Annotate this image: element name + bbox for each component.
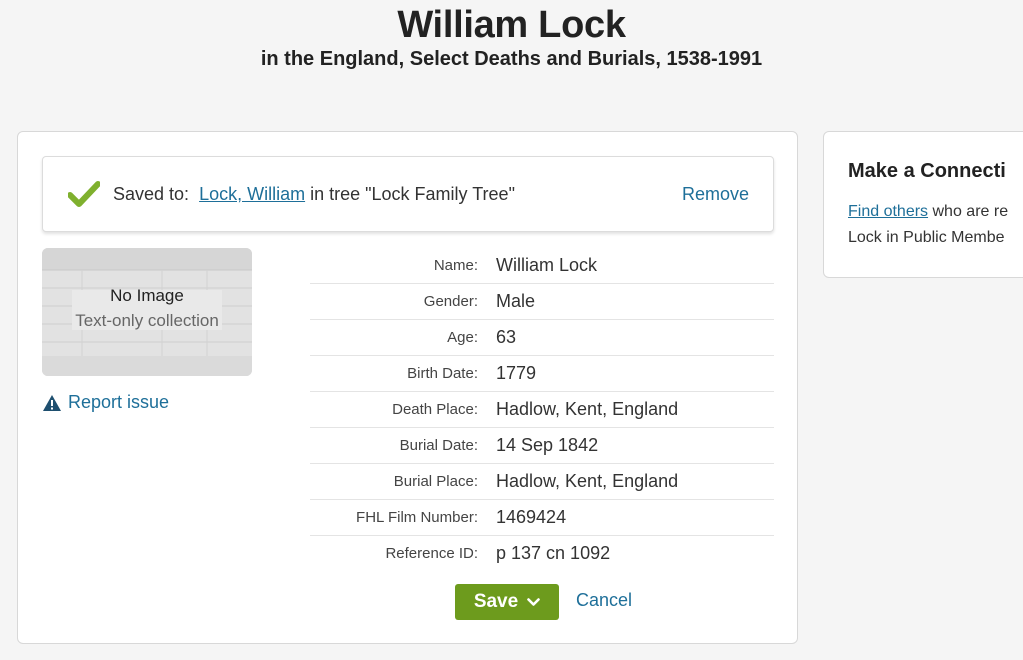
detail-row-birth-date: Birth Date: 1779	[310, 356, 774, 392]
detail-value: 63	[496, 327, 517, 347]
record-image-placeholder: No Image Text-only collection	[42, 248, 252, 376]
cancel-button[interactable]: Cancel	[576, 590, 632, 611]
chevron-down-icon	[527, 597, 540, 606]
detail-label: Birth Date:	[407, 365, 478, 382]
warning-icon	[43, 394, 61, 411]
detail-label: Gender:	[423, 293, 478, 310]
no-image-label: No Image	[110, 286, 184, 305]
report-issue-link[interactable]: Report issue	[42, 392, 169, 413]
detail-value: Hadlow, Kent, England	[496, 399, 679, 419]
make-connection-text-line1: Find others who are re	[848, 203, 1008, 221]
detail-row-gender: Gender: Male	[310, 284, 774, 320]
report-issue-label: Report issue	[68, 392, 170, 412]
detail-value: 1469424	[496, 507, 567, 527]
record-card: Saved to: Lock, William in tree "Lock Fa…	[17, 131, 798, 644]
detail-label: Age:	[447, 329, 478, 346]
page-title: William Lock	[397, 4, 626, 46]
detail-value: 1779	[496, 363, 537, 383]
detail-label: Burial Place:	[393, 473, 478, 490]
page: William Lock in the England, Select Deat…	[0, 0, 1023, 660]
detail-row-age: Age: 63	[310, 320, 774, 356]
detail-row-fhl-film-number: FHL Film Number: 1469424	[310, 500, 774, 536]
detail-value: Hadlow, Kent, England	[496, 471, 679, 491]
saved-banner: Saved to: Lock, William in tree "Lock Fa…	[42, 156, 774, 232]
detail-value: 14 Sep 1842	[496, 435, 599, 455]
detail-value: William Lock	[496, 255, 598, 275]
detail-row-death-place: Death Place: Hadlow, Kent, England	[310, 392, 774, 428]
make-connection-text-line2: Lock in Public Membe	[848, 229, 1005, 246]
saved-person-link[interactable]: Lock, William	[199, 184, 305, 204]
record-details-table: Name: William Lock Gender: Male Age: 63 …	[310, 248, 774, 572]
remove-link[interactable]: Remove	[682, 184, 749, 205]
detail-value: Male	[496, 291, 536, 311]
detail-value: p 137 cn 1092	[496, 543, 611, 563]
detail-row-burial-place: Burial Place: Hadlow, Kent, England	[310, 464, 774, 500]
detail-row-reference-id: Reference ID: p 137 cn 1092	[310, 536, 774, 572]
detail-label: Reference ID:	[385, 545, 478, 562]
make-connection-title: Make a Connecti	[848, 160, 1006, 182]
saved-tree-text: in tree "Lock Family Tree"	[310, 184, 515, 204]
detail-label: FHL Film Number:	[356, 509, 478, 526]
save-button[interactable]: Save	[455, 584, 559, 620]
detail-row-name: Name: William Lock	[310, 248, 774, 284]
saved-text: Saved to: Lock, William in tree "Lock Fa…	[113, 184, 515, 205]
save-button-label: Save	[473, 591, 519, 612]
find-others-link[interactable]: Find others	[848, 203, 928, 220]
make-connection-card: Make a Connecti Find others who are re L…	[823, 131, 1023, 278]
record-header: William Lock in the England, Select Deat…	[0, 2, 1023, 72]
detail-label: Death Place:	[392, 401, 478, 418]
detail-label: Name:	[433, 257, 478, 274]
detail-row-burial-date: Burial Date: 14 Sep 1842	[310, 428, 774, 464]
saved-prefix: Saved to:	[113, 184, 190, 204]
detail-label: Burial Date:	[399, 437, 478, 454]
check-icon	[68, 181, 100, 207]
page-subtitle: in the England, Select Deaths and Burial…	[260, 48, 763, 70]
find-others-rest: who are re	[928, 203, 1009, 220]
text-only-label: Text-only collection	[75, 311, 219, 330]
